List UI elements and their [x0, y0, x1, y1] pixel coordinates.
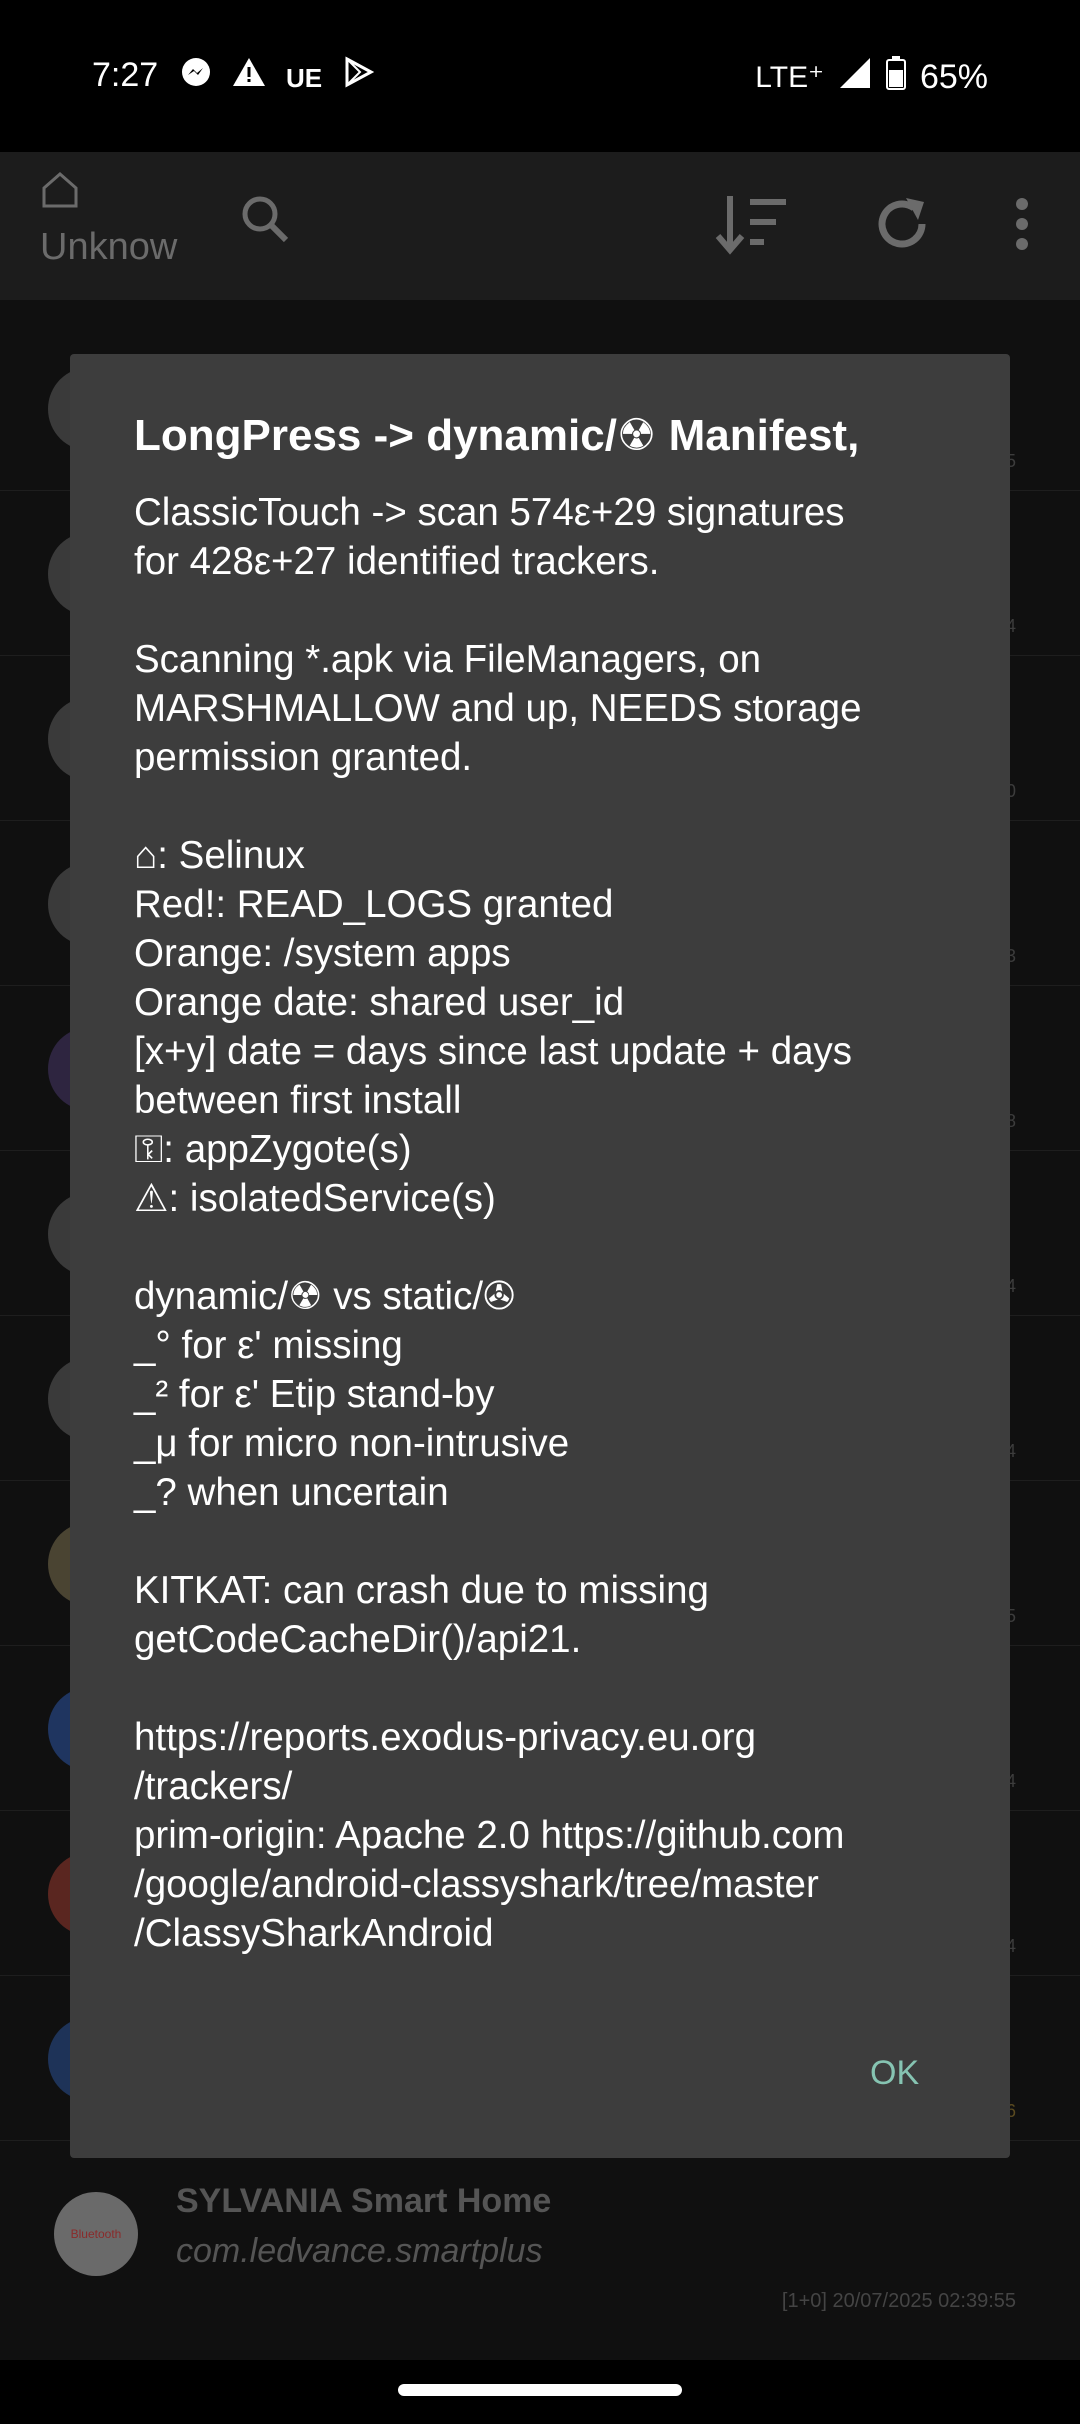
warning-icon	[232, 56, 266, 101]
home-icon	[40, 170, 177, 220]
signal-icon	[838, 56, 872, 99]
app-toolbar: Unknow	[0, 152, 1080, 300]
dialog-line: permission granted.	[134, 736, 473, 779]
dialog-line: between first install	[134, 1079, 462, 1122]
status-bar: 7:27 UE LTE⁺ 65%	[0, 0, 1080, 152]
dialog-line: Orange: /system apps	[134, 932, 511, 975]
home-tab[interactable]: Unknow	[40, 170, 177, 269]
home-gesture-handle[interactable]	[398, 2384, 682, 2396]
dialog-spacer	[134, 1664, 994, 1713]
dialog-line: _? when uncertain	[134, 1471, 449, 1514]
app-meta: [1+0] 20/07/2025 02:39:55	[781, 2290, 1016, 2312]
list-item-sylvania[interactable]: Bluetooth SYLVANIA Smart Home com.ledvan…	[0, 2172, 1080, 2360]
home-label: Unknow	[40, 226, 178, 268]
sort-icon[interactable]	[714, 192, 790, 269]
dialog-line: /ClassySharkAndroid	[134, 1912, 494, 1955]
search-icon[interactable]	[238, 192, 292, 259]
dialog-line: https://reports.exodus-privacy.eu.org	[134, 1716, 756, 1759]
dialog-line: ⚠: isolatedService(s)	[134, 1177, 496, 1220]
refresh-icon[interactable]	[870, 192, 934, 269]
navigation-bar	[0, 2360, 1080, 2424]
dialog-line: for 428ε+27 identified trackers.	[134, 540, 660, 583]
dialog-spacer	[134, 1223, 994, 1272]
dialog-line: prim-origin: Apache 2.0 https://github.c…	[134, 1814, 845, 1857]
dialog-line: ⚿: appZygote(s)	[134, 1128, 412, 1171]
app-title: SYLVANIA Smart Home	[176, 2182, 552, 2220]
dialog-line: _° for ε' missing	[134, 1324, 403, 1367]
ue-icon: UE	[286, 63, 323, 93]
network-type: LTE⁺	[755, 61, 824, 94]
app-logo-text: Bluetooth	[70, 2227, 122, 2241]
dialog-line: [x+y] date = days since last update + da…	[134, 1030, 853, 1073]
app-package: com.ledvance.smartplus	[176, 2232, 543, 2270]
dialog-line: KITKAT: can crash due to missing	[134, 1569, 709, 1612]
app-logo: Bluetooth	[54, 2192, 138, 2276]
dialog-message: ClassicTouch -> scan 574ε+29 signatures f…	[134, 488, 994, 1958]
dialog-line: _μ for micro non-intrusive	[134, 1422, 570, 1465]
play-icon	[342, 55, 375, 101]
dialog-line: /google/android-classyshark/tree/master	[134, 1863, 819, 1906]
dialog-line: getCodeCacheDir()/api21.	[134, 1618, 582, 1661]
battery-icon	[885, 56, 906, 99]
notification-icons: UE	[180, 55, 375, 101]
dialog-line: Scanning *.apk via FileManagers, on	[134, 638, 762, 681]
battery-percent: 65%	[919, 58, 988, 96]
dialog-line: ⌂: Selinux	[134, 834, 305, 877]
messenger-icon	[180, 56, 212, 101]
dialog-spacer	[134, 782, 994, 831]
ok-button[interactable]: OK	[870, 2054, 919, 2093]
dialog-title: LongPress -> dynamic/☢ Manifest,	[134, 411, 860, 460]
dialog-spacer	[134, 586, 994, 635]
more-icon[interactable]	[1010, 192, 1034, 269]
dialog-line: dynamic/☢ vs static/✇	[134, 1275, 516, 1318]
dialog-line: _² for ε' Etip stand-by	[134, 1373, 495, 1416]
dialog-line: Orange date: shared user_id	[134, 981, 625, 1024]
dialog-line: Red!: READ_LOGS granted	[134, 883, 614, 926]
status-time: 7:27	[92, 56, 159, 94]
dialog-line: ClassicTouch -> scan 574ε+29 signatures	[134, 491, 845, 534]
dialog-line: /trackers/	[134, 1765, 293, 1808]
info-dialog: LongPress -> dynamic/☢ Manifest, Classic…	[70, 354, 1010, 2158]
status-right: LTE⁺ 65%	[755, 56, 988, 99]
dialog-spacer	[134, 1517, 994, 1566]
dialog-line: MARSHMALLOW and up, NEEDS storage	[134, 687, 862, 730]
